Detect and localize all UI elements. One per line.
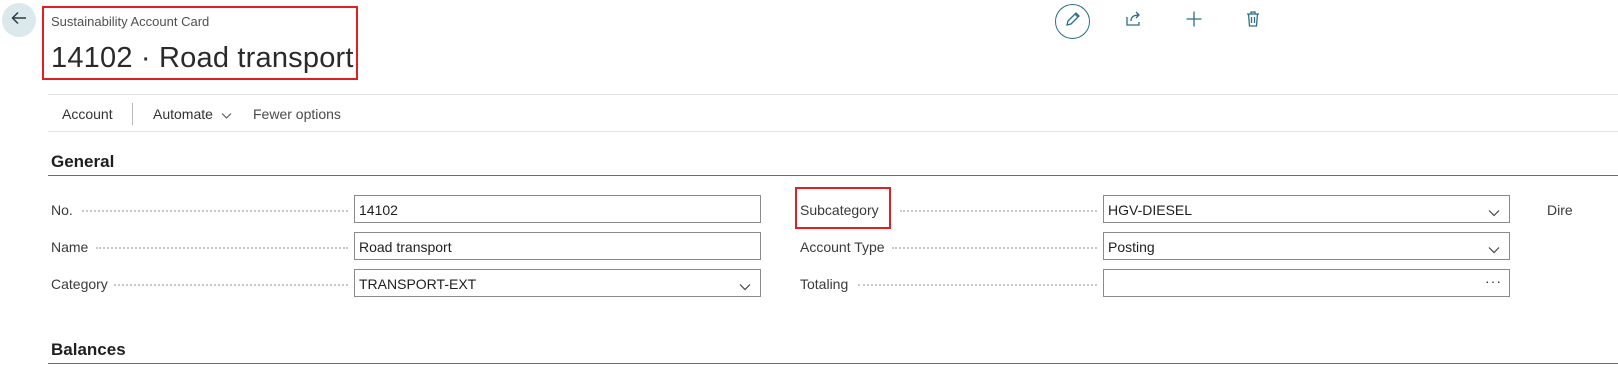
field-category-label: Category [51, 276, 108, 292]
action-automate[interactable]: Automate [153, 106, 232, 123]
subcategory-select[interactable]: HGV-DIESEL [1103, 195, 1510, 223]
category-select[interactable]: TRANSPORT-EXT [354, 269, 761, 297]
subcategory-select-value: HGV-DIESEL [1108, 202, 1193, 218]
action-separator [132, 103, 133, 125]
section-general-title[interactable]: General [51, 152, 114, 172]
totaling-field[interactable]: ··· [1103, 269, 1510, 297]
delete-button[interactable] [1242, 10, 1264, 32]
no-field-value: 14102 [359, 202, 398, 218]
leader-dots [82, 210, 348, 212]
action-account[interactable]: Account [62, 106, 113, 122]
section-balances-divider [48, 363, 1618, 364]
back-arrow-icon [9, 8, 29, 33]
share-button[interactable] [1122, 10, 1144, 32]
field-subcategory-label: Subcategory [800, 202, 879, 218]
category-select-value: TRANSPORT-EXT [359, 276, 477, 292]
action-fewer-options[interactable]: Fewer options [253, 106, 341, 122]
pencil-icon [1064, 10, 1082, 33]
chevron-down-icon [1488, 204, 1500, 217]
field-no-label: No. [51, 202, 73, 218]
field-account-type-label: Account Type [800, 239, 885, 255]
field-name-label: Name [51, 239, 89, 255]
field-totaling-label: Totaling [800, 276, 849, 292]
lookup-ellipsis-icon[interactable]: ··· [1485, 273, 1502, 289]
share-icon [1124, 10, 1142, 33]
action-automate-label: Automate [153, 106, 213, 122]
page-caption: Sustainability Account Card [51, 14, 210, 29]
actionbar-divider-bottom [48, 131, 1618, 132]
back-button[interactable] [2, 3, 36, 37]
chevron-down-icon [1488, 241, 1500, 254]
leader-dots [96, 247, 348, 249]
edit-button[interactable] [1055, 4, 1090, 39]
no-field[interactable]: 14102 [354, 195, 761, 223]
name-field[interactable]: Road transport [354, 232, 761, 260]
section-balances-title[interactable]: Balances [51, 340, 126, 360]
leader-dots [892, 247, 1097, 249]
page-title: 14102 · Road transport [51, 42, 354, 74]
actionbar-divider-top [48, 94, 1618, 95]
new-button[interactable] [1183, 10, 1205, 32]
section-general-divider [48, 175, 1618, 176]
trash-icon [1244, 10, 1262, 33]
leader-dots [858, 284, 1097, 286]
account-type-select[interactable]: Posting [1103, 232, 1510, 260]
field-truncated-label: Dire [1547, 202, 1573, 218]
name-field-value: Road transport [359, 239, 452, 255]
chevron-down-icon [221, 107, 232, 123]
plus-icon [1185, 10, 1203, 33]
chevron-down-icon [739, 278, 751, 291]
leader-dots [114, 284, 348, 286]
account-type-select-value: Posting [1108, 239, 1155, 255]
leader-dots [900, 210, 1097, 212]
